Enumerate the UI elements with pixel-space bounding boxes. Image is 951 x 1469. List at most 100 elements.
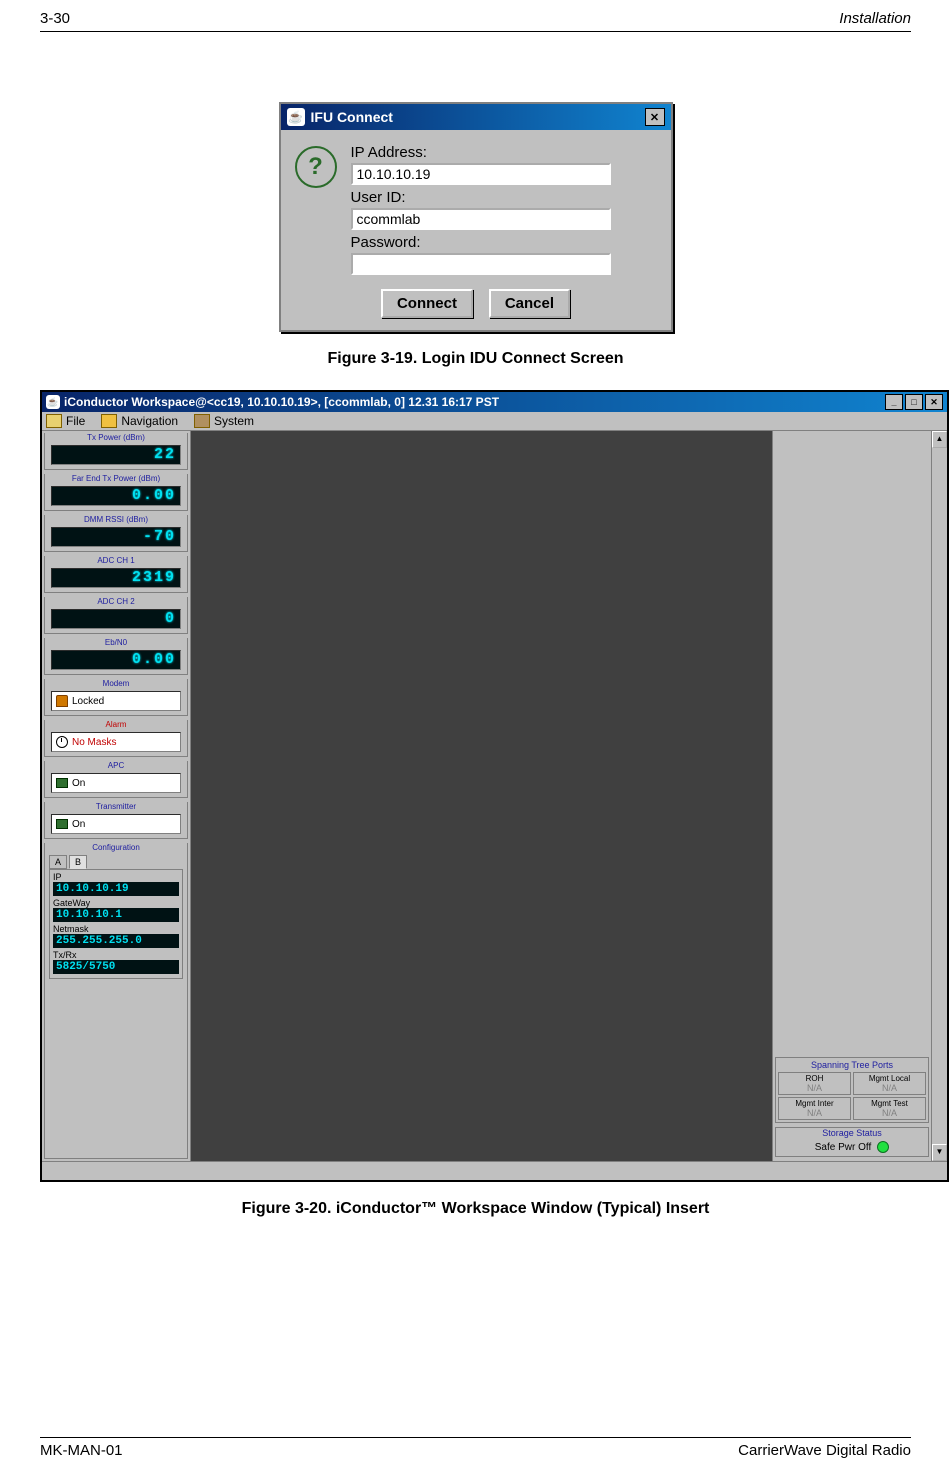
far-end-label: Far End Tx Power (dBm): [45, 474, 187, 483]
safe-pwr-label: Safe Pwr Off: [815, 1142, 872, 1153]
ebn0-value: 0.00: [51, 650, 181, 670]
device-icon: [56, 778, 68, 788]
configuration-panel: Configuration A B IP 10.10.10.19 GateWay…: [44, 843, 188, 1159]
system-icon: [194, 414, 210, 428]
modem-status: Locked: [51, 691, 181, 711]
adc1-label: ADC CH 1: [45, 556, 187, 565]
cfg-tab-b[interactable]: B: [69, 855, 87, 869]
workspace-title-text: iConductor Workspace@<cc19, 10.10.10.19>…: [64, 395, 499, 409]
modem-panel: Modem Locked: [44, 679, 188, 716]
cfg-tab-a[interactable]: A: [49, 855, 67, 869]
minimize-button[interactable]: _: [885, 394, 903, 410]
configuration-values: IP 10.10.10.19 GateWay 10.10.10.1 Netmas…: [49, 869, 183, 979]
menu-bar: File Navigation System: [42, 412, 947, 431]
dmm-value: -70: [51, 527, 181, 547]
workspace-titlebar: ☕ iConductor Workspace@<cc19, 10.10.10.1…: [42, 392, 947, 412]
ifu-connect-dialog: ☕ IFU Connect ✕ ? IP Address: User ID: P…: [279, 102, 673, 332]
java-icon: ☕: [287, 108, 305, 126]
transmitter-panel: Transmitter On: [44, 802, 188, 839]
close-button[interactable]: ✕: [925, 394, 943, 410]
status-led-icon: [877, 1141, 889, 1153]
apc-panel: APC On: [44, 761, 188, 798]
cfg-ip-value: 10.10.10.19: [53, 882, 179, 896]
stp-mgmt-inter: Mgmt InterN/A: [778, 1097, 851, 1120]
password-input[interactable]: [351, 253, 611, 275]
java-icon: ☕: [46, 395, 60, 409]
adc2-value: 0: [51, 609, 181, 629]
spanning-tree-panel: Spanning Tree Ports ROHN/A Mgmt LocalN/A…: [775, 1057, 929, 1123]
page-number: 3-30: [40, 10, 70, 27]
right-panel: Spanning Tree Ports ROHN/A Mgmt LocalN/A…: [772, 431, 931, 1161]
transmitter-label: Transmitter: [45, 802, 187, 811]
adc2-panel: ADC CH 2 0: [44, 597, 188, 634]
user-label: User ID:: [351, 189, 657, 206]
storage-status-panel: Storage Status Safe Pwr Off: [775, 1127, 929, 1157]
cancel-button[interactable]: Cancel: [489, 289, 570, 318]
far-end-panel: Far End Tx Power (dBm) 0.00: [44, 474, 188, 511]
workspace-canvas[interactable]: [191, 431, 772, 1161]
page-footer: MK-MAN-01 CarrierWave Digital Radio: [40, 1437, 911, 1459]
page-header: 3-30 Installation: [40, 10, 911, 32]
cfg-gw-label: GateWay: [53, 898, 179, 908]
alarm-status: No Masks: [51, 732, 181, 752]
apc-label: APC: [45, 761, 187, 770]
cfg-txrx-label: Tx/Rx: [53, 950, 179, 960]
tx-power-panel: Tx Power (dBm) 22: [44, 433, 188, 470]
dmm-panel: DMM RSSI (dBm) -70: [44, 515, 188, 552]
status-bar: [42, 1161, 947, 1180]
modem-label: Modem: [45, 679, 187, 688]
ip-input[interactable]: [351, 163, 611, 185]
adc1-value: 2319: [51, 568, 181, 588]
vertical-scrollbar[interactable]: ▲ ▼: [931, 431, 947, 1161]
tx-power-value: 22: [51, 445, 181, 465]
apc-status: On: [51, 773, 181, 793]
ebn0-panel: Eb/N0 0.00: [44, 638, 188, 675]
user-input[interactable]: [351, 208, 611, 230]
cfg-ip-label: IP: [53, 872, 179, 882]
dialog-title-text: IFU Connect: [311, 109, 393, 125]
alarm-panel: Alarm No Masks: [44, 720, 188, 757]
doc-id: MK-MAN-01: [40, 1442, 123, 1459]
scroll-down-button[interactable]: ▼: [932, 1144, 947, 1161]
scroll-up-button[interactable]: ▲: [932, 431, 947, 448]
configuration-label: Configuration: [45, 843, 187, 852]
maximize-button[interactable]: □: [905, 394, 923, 410]
ip-label: IP Address:: [351, 144, 657, 161]
password-label: Password:: [351, 234, 657, 251]
adc2-label: ADC CH 2: [45, 597, 187, 606]
left-sidebar: Tx Power (dBm) 22 Far End Tx Power (dBm)…: [42, 431, 191, 1161]
transmitter-status: On: [51, 814, 181, 834]
close-button[interactable]: ✕: [645, 108, 665, 126]
alarm-label: Alarm: [45, 720, 187, 729]
nav-icon: [101, 414, 117, 428]
menu-file[interactable]: File: [46, 414, 85, 428]
section-title: Installation: [839, 10, 911, 27]
stp-mgmt-test: Mgmt TestN/A: [853, 1097, 926, 1120]
cfg-nm-label: Netmask: [53, 924, 179, 934]
menu-system[interactable]: System: [194, 414, 254, 428]
far-end-value: 0.00: [51, 486, 181, 506]
question-icon: ?: [295, 146, 337, 188]
cfg-gw-value: 10.10.10.1: [53, 908, 179, 922]
figure-320-caption: Figure 3-20. iConductor™ Workspace Windo…: [40, 1200, 911, 1218]
product-name: CarrierWave Digital Radio: [738, 1442, 911, 1459]
device-icon: [56, 819, 68, 829]
stp-mgmt-local: Mgmt LocalN/A: [853, 1072, 926, 1095]
stp-title: Spanning Tree Ports: [776, 1060, 928, 1070]
ebn0-label: Eb/N0: [45, 638, 187, 647]
menu-navigation[interactable]: Navigation: [101, 414, 178, 428]
cfg-txrx-value: 5825/5750: [53, 960, 179, 974]
connect-button[interactable]: Connect: [381, 289, 473, 318]
folder-icon: [46, 414, 62, 428]
adc1-panel: ADC CH 1 2319: [44, 556, 188, 593]
stp-roh: ROHN/A: [778, 1072, 851, 1095]
clock-icon: [56, 736, 68, 748]
figure-319-caption: Figure 3-19. Login IDU Connect Screen: [40, 350, 911, 368]
tx-power-label: Tx Power (dBm): [45, 433, 187, 442]
storage-title: Storage Status: [776, 1128, 928, 1138]
workspace-window: ☕ iConductor Workspace@<cc19, 10.10.10.1…: [40, 390, 949, 1182]
cfg-nm-value: 255.255.255.0: [53, 934, 179, 948]
dialog-titlebar: ☕ IFU Connect ✕: [281, 104, 671, 130]
dmm-label: DMM RSSI (dBm): [45, 515, 187, 524]
lock-icon: [56, 695, 68, 707]
